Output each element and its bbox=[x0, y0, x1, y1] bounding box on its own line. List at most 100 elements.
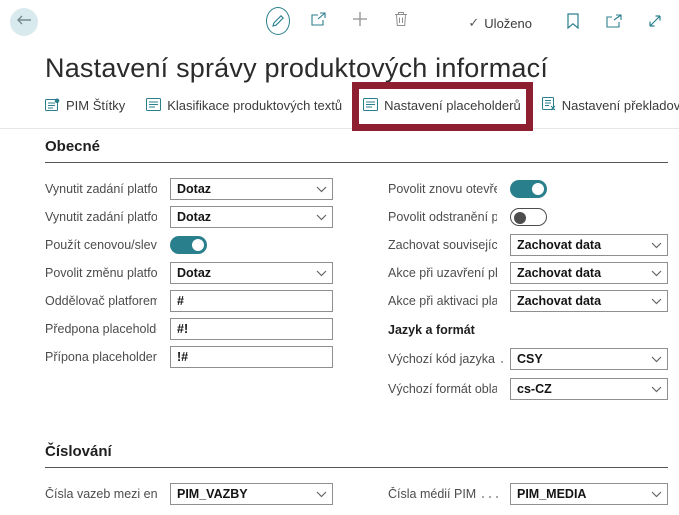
expand-button[interactable] bbox=[643, 9, 667, 37]
field-pouzit-cenovou: Použít cenovou/slevo... bbox=[45, 234, 333, 256]
expand-arrows-icon bbox=[648, 14, 662, 33]
open-in-new-window-button[interactable] bbox=[602, 9, 626, 37]
dropdown-vynutit-2[interactable]: Dotaz bbox=[170, 206, 333, 228]
field-label: Výchozí kód jazyka bbox=[388, 352, 495, 366]
dropdown-akce-aktivace[interactable]: Zachovat data bbox=[510, 290, 668, 312]
dropdown-cisla-vazeb[interactable]: PIM_VAZBY bbox=[170, 483, 333, 505]
section-numbering: Číslování Čísla vazeb mezi entit... PIM_… bbox=[45, 434, 668, 515]
bookmark-icon bbox=[567, 12, 579, 34]
trash-icon bbox=[394, 11, 408, 32]
dropdown-value: Dotaz bbox=[177, 182, 212, 196]
action-label: Nastavení placeholderů bbox=[384, 98, 521, 113]
field-label: Čísla vazeb mezi entit... bbox=[45, 487, 157, 501]
toggle-povolit-odstraneni[interactable] bbox=[510, 208, 547, 226]
toggle-knob bbox=[514, 211, 526, 224]
toggle-knob bbox=[532, 183, 544, 195]
field-povolit-zmenu-platformy: Povolit změnu platfor... Dotaz bbox=[45, 262, 333, 284]
field-vynutit-zadani-platformy-1: Vynutit zadání platfor... Dotaz bbox=[45, 178, 333, 200]
dropdown-value: PIM_MEDIA bbox=[517, 487, 587, 501]
field-cisla-medii-pim: Čísla médií PIM PIM_MEDIA bbox=[388, 483, 668, 505]
field-vynutit-zadani-platformy-2: Vynutit zadání platfor... Dotaz bbox=[45, 206, 333, 228]
dotted-leader bbox=[482, 496, 503, 498]
toggle-wrap bbox=[510, 208, 668, 226]
chevron-down-icon bbox=[651, 356, 662, 363]
share-icon bbox=[310, 11, 328, 32]
action-label: Klasifikace produktových textů bbox=[167, 98, 343, 113]
chevron-down-icon bbox=[651, 298, 662, 305]
field-oddelovac-platforem: Oddělovač platforem # bbox=[45, 290, 333, 312]
share-button[interactable] bbox=[307, 7, 331, 35]
field-label: Povolit znovu otevřen... bbox=[388, 182, 497, 196]
chevron-down-icon bbox=[316, 491, 327, 498]
action-label: Nastavení překladových tabulek PIM bbox=[561, 98, 679, 113]
action-prekladove-tabulky[interactable]: Nastavení překladových tabulek PIM bbox=[541, 97, 679, 114]
chevron-down-icon bbox=[651, 270, 662, 277]
chevron-down-icon bbox=[651, 386, 662, 393]
input-value: # bbox=[177, 294, 184, 308]
section-numbering-header: Číslování bbox=[45, 434, 668, 468]
field-vychozi-format-oblasti: Výchozí formát oblasti cs-CZ bbox=[388, 378, 668, 400]
delete-button[interactable] bbox=[389, 7, 413, 35]
field-label: Akce při aktivaci platf... bbox=[388, 294, 497, 308]
save-status: ✓ Uloženo bbox=[468, 15, 532, 31]
field-label: Předpona placeholderu bbox=[45, 322, 157, 336]
input-pripona-placeholderu[interactable]: !# bbox=[170, 346, 333, 368]
dropdown-kod-jazyka[interactable]: CSY bbox=[510, 348, 668, 370]
toggle-knob bbox=[192, 239, 204, 251]
action-label: PIM Štítky bbox=[66, 98, 126, 113]
add-button[interactable] bbox=[348, 7, 372, 35]
input-value: #! bbox=[177, 322, 189, 336]
dropdown-value: Zachovat data bbox=[517, 294, 602, 308]
action-nastaveni-placeholderu[interactable]: Nastavení placeholderů bbox=[352, 81, 533, 131]
dropdown-format-oblasti[interactable]: cs-CZ bbox=[510, 378, 668, 400]
field-label: Oddělovač platforem bbox=[45, 294, 157, 308]
section-general-header: Obecné bbox=[45, 129, 668, 163]
field-pripona-placeholderu: Přípona placeholderu !# bbox=[45, 346, 333, 368]
dropdown-value: Dotaz bbox=[177, 266, 212, 280]
chevron-down-icon bbox=[651, 491, 662, 498]
field-label: Akce při uzavření plat... bbox=[388, 266, 497, 280]
dropdown-vynutit-1[interactable]: Dotaz bbox=[170, 178, 333, 200]
field-label: Povolit změnu platfor... bbox=[45, 266, 157, 280]
dropdown-value: PIM_VAZBY bbox=[177, 487, 248, 501]
field-label: Povolit odstranění přiř... bbox=[388, 210, 497, 224]
field-predpona-placeholderu: Předpona placeholderu #! bbox=[45, 318, 333, 340]
field-label: Vynutit zadání platfor... bbox=[45, 182, 157, 196]
dropdown-akce-uzavreni[interactable]: Zachovat data bbox=[510, 262, 668, 284]
action-klasifikace-textu[interactable]: Klasifikace produktových textů bbox=[146, 97, 343, 114]
back-button[interactable] bbox=[10, 8, 38, 36]
field-cisla-vazeb: Čísla vazeb mezi entit... PIM_VAZBY bbox=[45, 483, 333, 505]
dropdown-povolit-zmenu[interactable]: Dotaz bbox=[170, 262, 333, 284]
popout-icon bbox=[606, 13, 622, 33]
field-povolit-odstraneni: Povolit odstranění přiř... bbox=[388, 206, 668, 228]
edit-button[interactable] bbox=[266, 7, 290, 35]
page-title: Nastavení správy produktových informací bbox=[45, 53, 549, 83]
chevron-down-icon bbox=[651, 242, 662, 249]
section-general: Obecné Vynutit zadání platfor... Dotaz V… bbox=[45, 129, 668, 408]
field-vychozi-kod-jazyka: Výchozí kód jazyka CSY bbox=[388, 348, 668, 370]
chevron-down-icon bbox=[316, 186, 327, 193]
check-icon: ✓ bbox=[468, 15, 480, 30]
card-list-icon bbox=[146, 97, 162, 114]
input-predpona-placeholderu[interactable]: #! bbox=[170, 318, 333, 340]
action-pim-stitky[interactable]: PIM Štítky bbox=[45, 98, 125, 114]
input-oddelovac-platforem[interactable]: # bbox=[170, 290, 333, 312]
field-akce-pri-uzavreni: Akce při uzavření plat... Zachovat data bbox=[388, 262, 668, 284]
field-zachovat-souvisejici: Zachovat související d... Zachovat data bbox=[388, 234, 668, 256]
dropdown-zachovat-souvisejici[interactable]: Zachovat data bbox=[510, 234, 668, 256]
field-povolit-znovu-otevreni: Povolit znovu otevřen... bbox=[388, 178, 668, 200]
pencil-icon bbox=[266, 7, 290, 35]
top-toolbar: ✓ Uloženo bbox=[0, 0, 679, 46]
field-label: Výchozí formát oblasti bbox=[388, 382, 497, 396]
chevron-down-icon bbox=[316, 270, 327, 277]
save-status-label: Uloženo bbox=[484, 15, 532, 31]
bookmark-button[interactable] bbox=[561, 9, 585, 37]
toggle-pouzit-cenovou[interactable] bbox=[170, 236, 207, 254]
toggle-wrap bbox=[170, 236, 333, 254]
dropdown-cisla-medii[interactable]: PIM_MEDIA bbox=[510, 483, 668, 505]
card-list-icon bbox=[363, 97, 379, 114]
dropdown-value: Zachovat data bbox=[517, 266, 602, 280]
toggle-povolit-znovu[interactable] bbox=[510, 180, 547, 198]
dotted-leader bbox=[501, 361, 503, 363]
field-label: Vynutit zadání platfor... bbox=[45, 210, 157, 224]
